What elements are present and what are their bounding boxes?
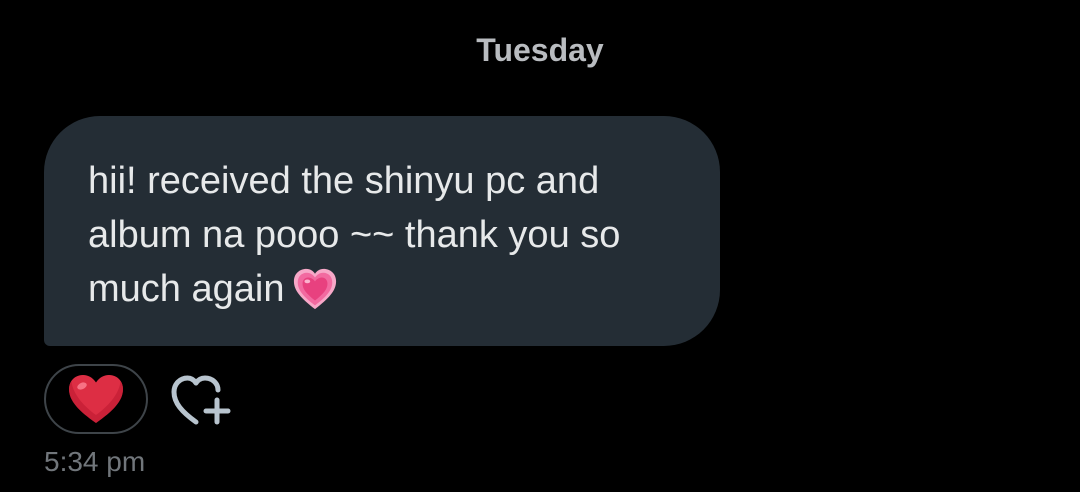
message-line-3: much again bbox=[88, 268, 285, 310]
message-text: hii! received the shinyu pc and album na… bbox=[88, 154, 690, 316]
message-line-2: album na pooo ~~ thank you so bbox=[88, 214, 621, 256]
message-line-1: hii! received the shinyu pc and bbox=[88, 160, 600, 202]
red-heart-icon bbox=[69, 375, 123, 423]
heart-plus-icon bbox=[171, 375, 231, 425]
reaction-heart-button[interactable] bbox=[44, 364, 148, 434]
message-timestamp: 5:34 pm bbox=[44, 446, 146, 477]
message-bubble[interactable]: hii! received the shinyu pc and album na… bbox=[44, 116, 720, 346]
growing-heart-icon bbox=[294, 268, 337, 310]
date-separator: Tuesday bbox=[476, 32, 604, 68]
add-reaction-button[interactable] bbox=[170, 372, 236, 430]
